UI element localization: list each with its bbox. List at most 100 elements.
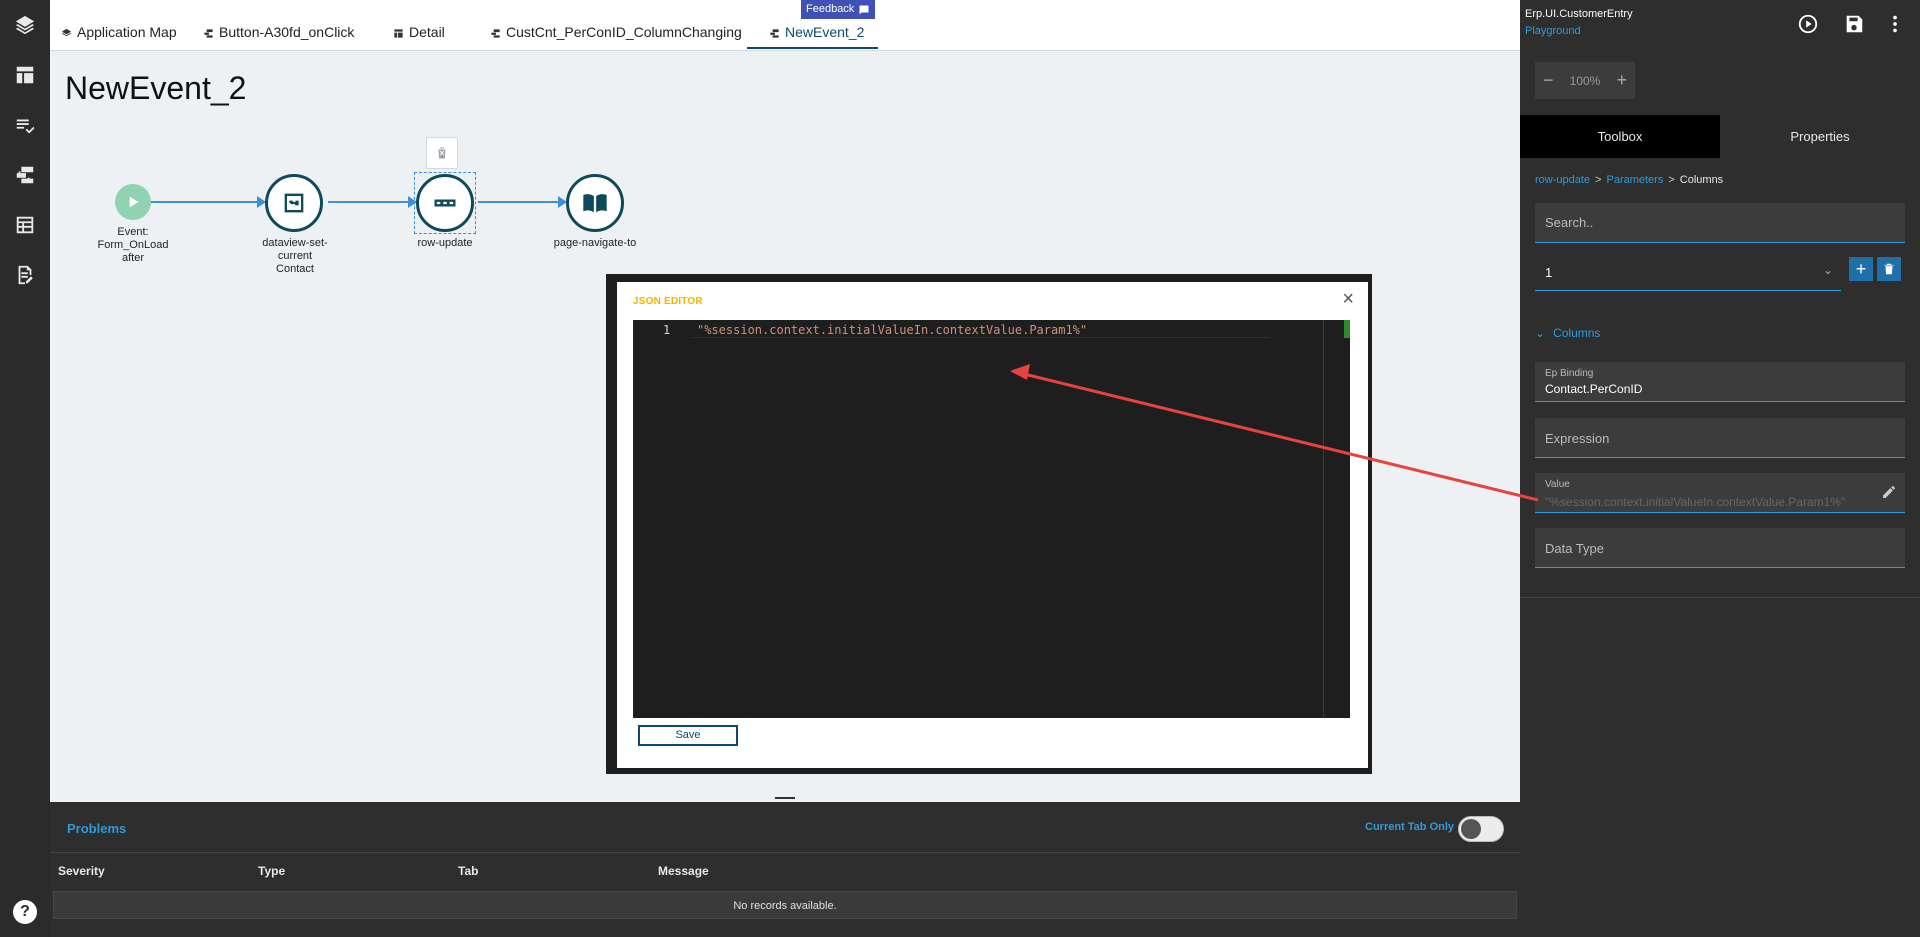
table-icon[interactable] (13, 213, 37, 237)
code-line[interactable]: "%session.context.initialValueIn.context… (697, 323, 1087, 337)
tab-application-map[interactable]: Application Map (61, 24, 177, 51)
more-horizontal-icon (434, 199, 456, 207)
label-line: page-navigate-to (553, 237, 637, 249)
breadcrumb-row-update[interactable]: row-update (1535, 174, 1590, 186)
feedback-button[interactable]: Feedback (801, 0, 876, 19)
page-title: NewEvent_2 (65, 70, 247, 106)
field-label: Ep Binding (1545, 368, 1594, 379)
environment-link[interactable]: Playground (1525, 25, 1581, 37)
search-input[interactable] (1535, 203, 1905, 242)
column-header-tab[interactable]: Tab (458, 864, 478, 878)
columns-section-header[interactable]: ⌄ Columns (1535, 326, 1600, 340)
line-number: 1 (663, 323, 671, 337)
close-icon[interactable]: × (1342, 288, 1354, 311)
zoom-out-button[interactable]: − (1543, 70, 1554, 91)
expression-field[interactable]: Expression (1535, 418, 1905, 458)
column-header-message[interactable]: Message (658, 864, 709, 878)
layout-icon[interactable] (13, 63, 37, 87)
breadcrumb-parameters[interactable]: Parameters (1606, 174, 1663, 186)
chevron-down-icon: ⌄ (1822, 263, 1833, 277)
ep-binding-field[interactable]: Ep Binding Contact.PerConID (1535, 362, 1905, 402)
delete-node-button[interactable] (426, 137, 458, 169)
flow-node-page-navigate-label: page-navigate-to (540, 237, 650, 250)
problems-divider (50, 852, 1520, 853)
feedback-label: Feedback (806, 3, 855, 15)
problems-panel: Problems Current Tab Only Severity Type … (50, 802, 1520, 937)
trash-icon (1884, 263, 1894, 275)
zoom-level: 100% (1569, 73, 1601, 88)
save-button[interactable]: Save (638, 725, 738, 746)
label-line: Event: (117, 226, 149, 238)
flow-node-page-navigate[interactable] (566, 174, 624, 232)
current-tab-only-toggle[interactable] (1458, 816, 1504, 842)
pencil-icon[interactable] (1881, 484, 1897, 500)
document-edit-icon[interactable] (13, 263, 37, 287)
tab-button-onclick[interactable]: Button-A30fd_onClick (203, 24, 354, 51)
label-line: row-update (417, 237, 473, 249)
flow-connector (478, 201, 561, 203)
breadcrumb-separator: > (1668, 174, 1675, 186)
tab-properties[interactable]: Properties (1720, 115, 1920, 158)
column-header-type[interactable]: Type (258, 864, 285, 878)
book-icon (583, 194, 607, 213)
zoom-control: − 100% + (1535, 62, 1635, 99)
data-type-field[interactable]: Data Type (1535, 528, 1905, 568)
layout-icon (394, 29, 403, 38)
tab-label: Detail (409, 24, 445, 40)
field-label: Expression (1545, 431, 1610, 446)
flow-connector (150, 201, 260, 203)
flow-node-dataview-set-current[interactable] (265, 174, 323, 232)
label-line: Contact (276, 263, 314, 275)
left-rail: ? (0, 0, 50, 937)
tab-label: Application Map (77, 24, 177, 40)
breadcrumb: row-update > Parameters > Columns (1535, 174, 1723, 186)
flow-node-row-update[interactable] (416, 174, 474, 232)
data-flow-icon[interactable] (13, 163, 37, 187)
delete-column-button[interactable] (1877, 257, 1901, 281)
breadcrumb-columns: Columns (1679, 174, 1724, 186)
more-vertical-icon[interactable] (1883, 12, 1907, 36)
empty-message: No records available. (733, 900, 837, 912)
search-field (1535, 203, 1905, 243)
breadcrumb-separator: > (1595, 174, 1602, 186)
flow-node-start[interactable] (115, 184, 151, 220)
field-label: Value (1545, 479, 1570, 490)
layers-icon (61, 28, 72, 37)
tab-custcnt-columnchanging[interactable]: CustCnt_PerConID_ColumnChanging (490, 24, 742, 51)
json-editor-dialog: JSON EDITOR × 1 "%session.context.initia… (617, 282, 1368, 768)
column-header-severity[interactable]: Severity (58, 864, 105, 878)
field-value: Contact.PerConID (1545, 382, 1643, 396)
zoom-in-button[interactable]: + (1616, 70, 1627, 91)
value-field[interactable]: Value "%session.context.initialValueIn.c… (1535, 473, 1905, 513)
chevron-down-icon: ⌄ (1535, 326, 1546, 340)
panel-resize-handle[interactable] (775, 797, 795, 799)
field-value: "%session.context.initialValueIn.context… (1545, 495, 1846, 509)
tab-toolbox[interactable]: Toolbox (1520, 115, 1720, 158)
flow-icon (204, 29, 213, 38)
tab-bar: Feedback Application Map Button-A30fd_on… (50, 0, 1520, 51)
tab-label: CustCnt_PerConID_ColumnChanging (506, 24, 742, 40)
flow-node-row-update-label: row-update (390, 237, 500, 250)
toggle-knob (1461, 819, 1481, 839)
add-column-button[interactable]: + (1849, 257, 1873, 281)
checklist-icon[interactable] (13, 113, 37, 137)
flow-node-start-label: Event: Form_OnLoad after (78, 226, 188, 265)
save-icon[interactable] (1842, 12, 1866, 36)
section-title: Columns (1553, 326, 1601, 340)
editor-scrollbar[interactable] (1344, 320, 1350, 338)
field-label: Data Type (1545, 541, 1605, 556)
help-button[interactable]: ? (13, 900, 37, 924)
play-circle-icon[interactable] (1796, 12, 1820, 36)
play-icon (129, 196, 139, 208)
current-tab-only-label: Current Tab Only (1365, 821, 1455, 833)
panel-tabs: Toolbox Properties (1520, 115, 1920, 158)
panel-divider (1520, 597, 1920, 598)
tab-detail[interactable]: Detail (393, 24, 445, 51)
code-editor[interactable]: 1 "%session.context.initialValueIn.conte… (633, 320, 1350, 718)
trash-icon (436, 146, 448, 160)
layers-icon[interactable] (13, 13, 37, 37)
chat-icon (859, 5, 869, 14)
right-panel: Erp.UI.CustomerEntry Playground − 100% +… (1520, 0, 1920, 937)
column-index-select[interactable]: 1 ⌄ (1535, 255, 1841, 291)
tab-newevent-2[interactable]: NewEvent_2 (746, 24, 879, 51)
